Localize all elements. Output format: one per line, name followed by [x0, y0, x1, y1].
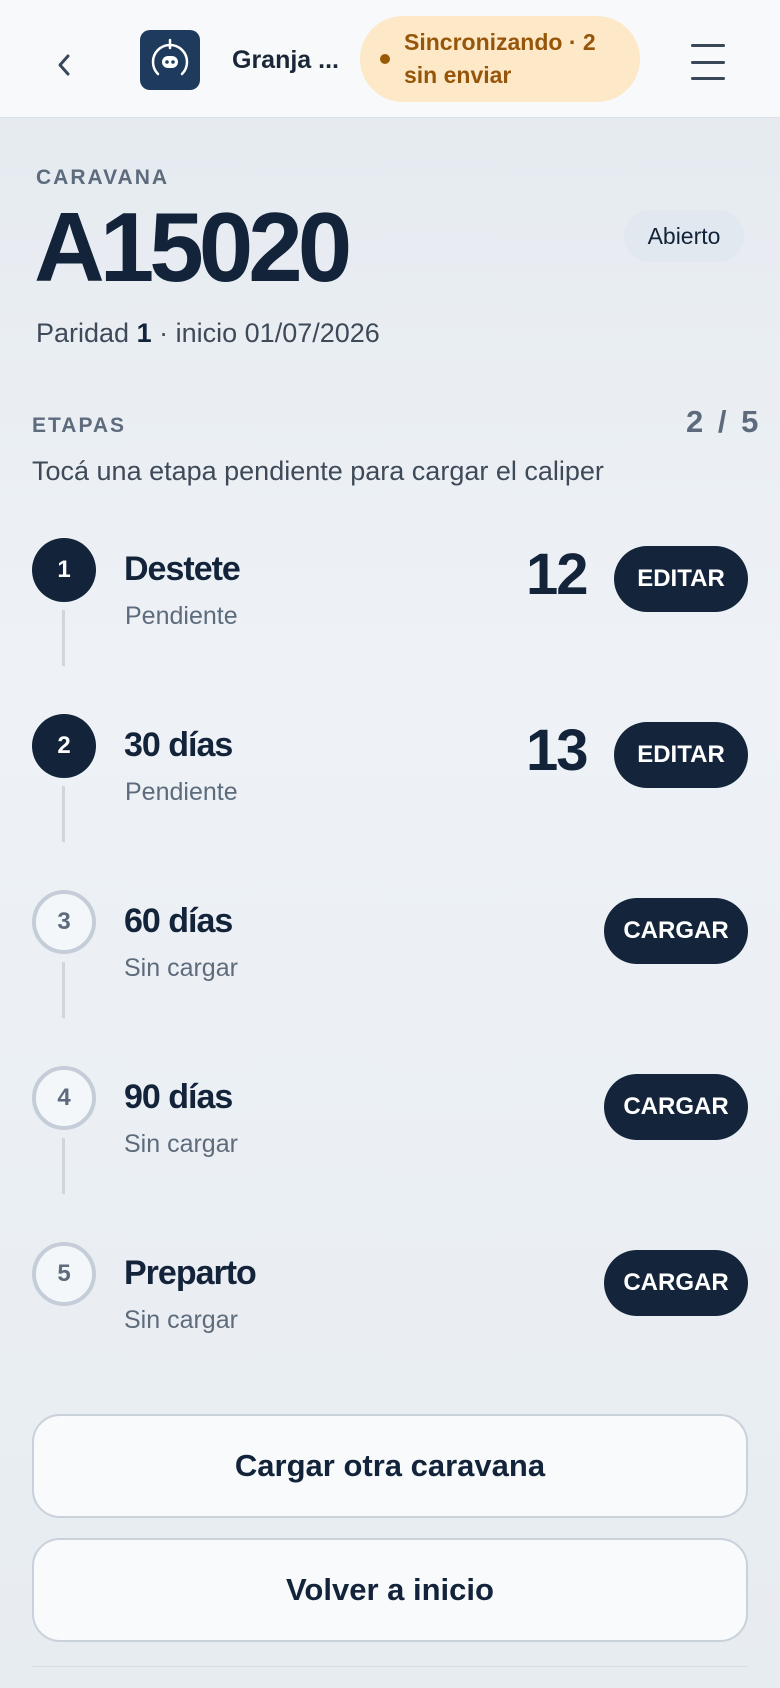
stage-number: 4 [32, 1066, 96, 1130]
load-button[interactable]: CARGAR [604, 898, 748, 964]
sync-status-badge[interactable]: Sincronizando · 2 sin enviar [360, 16, 640, 102]
stage-connector [62, 786, 65, 842]
farm-name[interactable]: Granja ... [232, 42, 342, 78]
load-button[interactable]: CARGAR [604, 1250, 748, 1316]
stage-name[interactable]: 30 días [124, 726, 233, 765]
stage-status: Pendiente [125, 778, 238, 806]
menu-line-icon [691, 60, 725, 64]
stage-value: 12 [526, 542, 588, 607]
caravana-label: CARAVANA [36, 166, 170, 189]
menu-line-icon [691, 77, 725, 80]
app-header: Granja ... Sincronizando · 2 sin enviar [0, 0, 780, 118]
stage-value: 13 [526, 718, 588, 783]
load-another-button[interactable]: Cargar otra caravana [32, 1414, 748, 1518]
stage-name[interactable]: 60 días [124, 902, 233, 941]
stage-status: Sin cargar [124, 1306, 238, 1334]
stage-name[interactable]: Preparto [124, 1254, 257, 1293]
back-home-button[interactable]: Volver a inicio [32, 1538, 748, 1642]
divider [32, 1666, 748, 1667]
parity-label: Paridad [36, 318, 130, 348]
stages-hint: Tocá una etapa pendiente para cargar el … [32, 456, 604, 486]
stage-number: 1 [32, 538, 96, 602]
stages-progress: 2 / 5 [686, 404, 762, 439]
stage-connector [62, 962, 65, 1018]
stage-status: Sin cargar [124, 1130, 238, 1158]
sync-dot-icon [380, 54, 390, 64]
stage-number: 3 [32, 890, 96, 954]
stage-status: Sin cargar [124, 954, 238, 982]
status-badge: Abierto [624, 210, 744, 262]
stage-name[interactable]: 90 días [124, 1078, 233, 1117]
back-button[interactable] [44, 40, 84, 90]
edit-button[interactable]: EDITAR [614, 546, 748, 612]
parity-value: 1 [136, 318, 152, 348]
menu-button[interactable] [686, 40, 730, 84]
edit-button[interactable]: EDITAR [614, 722, 748, 788]
sync-status-text: Sincronizando · 2 sin enviar [404, 29, 596, 88]
stage-connector [62, 610, 65, 666]
stage-status: Pendiente [125, 602, 238, 630]
animal-meta: Paridad 1 · inicio 01/07/2026 [36, 318, 380, 349]
stage-connector [62, 1138, 65, 1194]
menu-line-icon [691, 44, 725, 47]
load-button[interactable]: CARGAR [604, 1074, 748, 1140]
stage-number: 2 [32, 714, 96, 778]
start-date: · inicio 01/07/2026 [159, 318, 380, 348]
animal-id: A15020 [34, 192, 352, 302]
stages-title: ETAPAS [32, 414, 127, 437]
chevron-left-icon [58, 54, 70, 76]
stage-name[interactable]: Destete [124, 550, 241, 589]
app-logo [140, 30, 200, 90]
gauge-icon [151, 38, 189, 76]
stage-number: 5 [32, 1242, 96, 1306]
